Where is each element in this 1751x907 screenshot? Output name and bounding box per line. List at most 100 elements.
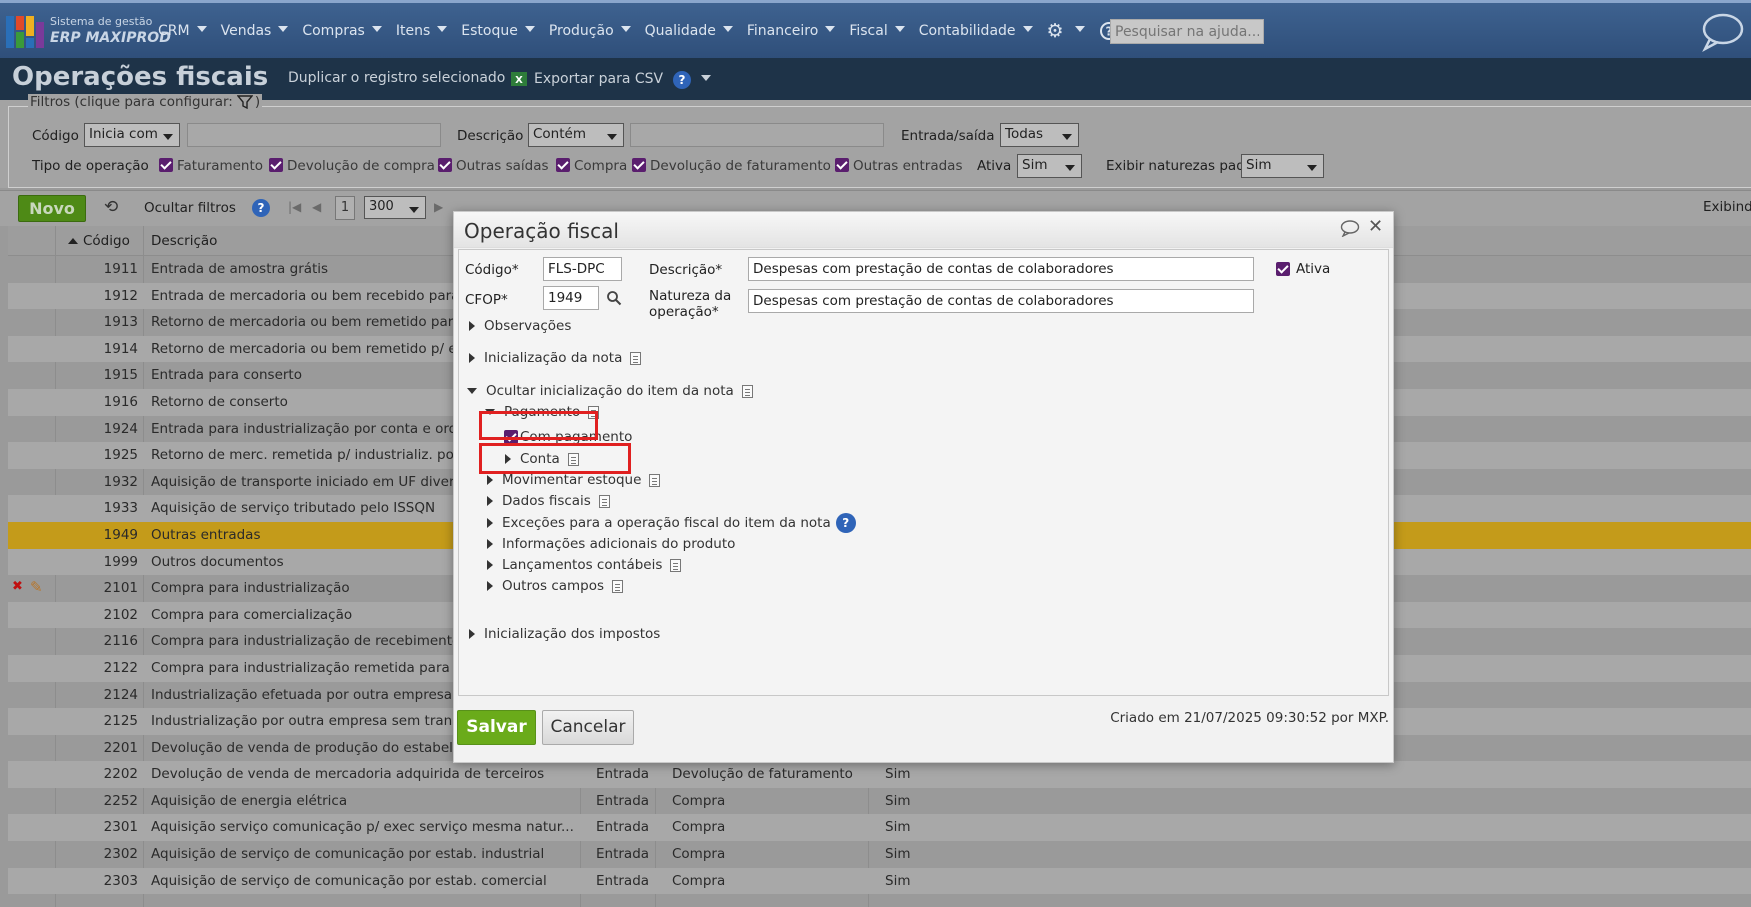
menu-financeiro[interactable]: Financeiro — [747, 23, 836, 39]
search-icon[interactable] — [606, 290, 622, 306]
ativa-filter-value: Sim — [1022, 157, 1048, 173]
grid-help-button[interactable]: ? — [252, 199, 270, 217]
codigo-mode-select[interactable]: Inicia com — [84, 123, 180, 147]
help-menu[interactable]: ? — [673, 71, 711, 89]
descricao-input[interactable]: Despesas com prestação de contas de cola… — [748, 257, 1254, 281]
cell-tipo-operacao: Compra — [672, 872, 726, 889]
cell-codigo: 2124 — [103, 686, 138, 703]
ativa-filter-select[interactable]: Sim — [1017, 154, 1082, 178]
menu-crm[interactable]: CRM — [158, 23, 207, 39]
tipo-devolucao-faturamento-checkbox[interactable]: Devolução de faturamento — [632, 158, 831, 174]
menu-vendas[interactable]: Vendas — [221, 23, 289, 39]
observacoes-section[interactable]: Observações — [469, 318, 571, 334]
menu-estoque[interactable]: Estoque — [461, 23, 535, 39]
item-nota-section[interactable]: Ocultar inicialização do item da nota — [467, 383, 753, 399]
chevron-down-icon — [1022, 25, 1033, 32]
column-codigo-label: Código — [83, 233, 130, 249]
tipo-devolucao-compra-checkbox[interactable]: Devolução de compra — [269, 158, 435, 174]
page-header: Operações fiscais Duplicar o registro se… — [0, 58, 1751, 100]
menu-itens[interactable]: Itens — [396, 23, 448, 39]
table-row[interactable]: 2252 Aquisição de energia elétrica Entrada… — [8, 788, 1751, 815]
first-page-icon[interactable]: |◀ — [288, 200, 301, 214]
logo-line1: Sistema de gestão — [50, 15, 153, 28]
menu-compras[interactable]: Compras — [302, 23, 382, 39]
chevron-down-icon — [409, 207, 419, 213]
table-row[interactable]: 2301 Aquisição serviço comunicação p/ exe… — [8, 814, 1751, 842]
outros-campos-section[interactable]: Outros campos — [487, 578, 624, 594]
filters-legend[interactable]: Filtros (clique para configurar: ) — [28, 94, 263, 110]
excecoes-section[interactable]: Exceções para a operação fiscal do item … — [487, 513, 856, 533]
checkbox-label: Outras entradas — [853, 158, 963, 174]
menu-label: CRM — [158, 22, 190, 39]
ativa-checkbox[interactable]: Ativa — [1276, 261, 1330, 277]
chevron-down-icon — [894, 25, 905, 32]
movimentar-estoque-section[interactable]: Movimentar estoque — [487, 472, 661, 488]
naturezas-padrao-select[interactable]: Sim — [1241, 154, 1324, 178]
cell-entrada-saida: Entrada — [596, 819, 650, 836]
natureza-input[interactable]: Despesas com prestação de contas de cola… — [748, 289, 1254, 313]
cell-descricao: Industrialização efetuada por outra empr… — [151, 686, 453, 703]
tipo-outras-saidas-checkbox[interactable]: Outras saídas — [438, 158, 549, 174]
document-icon — [741, 384, 753, 398]
codigo-input[interactable]: FLS-DPC — [543, 257, 622, 281]
chat-icon[interactable] — [1700, 11, 1744, 53]
export-csv-button[interactable]: X Exportar para CSV — [510, 70, 663, 88]
delete-icon[interactable]: ✖ — [12, 579, 23, 594]
cancelar-button[interactable]: Cancelar — [542, 710, 634, 745]
descricao-filter-input[interactable] — [630, 123, 884, 147]
inicializacao-impostos-section[interactable]: Inicialização dos impostos — [469, 626, 660, 642]
menu-producao[interactable]: Produção — [549, 23, 631, 39]
comment-icon[interactable] — [1340, 219, 1360, 237]
novo-button[interactable]: Novo — [18, 195, 86, 222]
tipo-compra-checkbox[interactable]: Compra — [556, 158, 627, 174]
column-descricao[interactable]: Descrição — [151, 233, 217, 249]
tipo-faturamento-checkbox[interactable]: Faturamento — [159, 158, 263, 174]
cell-codigo: 1924 — [103, 420, 138, 437]
codigo-filter-input[interactable] — [187, 123, 441, 147]
menu-settings[interactable]: ⚙ — [1047, 20, 1085, 42]
descricao-mode-select[interactable]: Contém — [528, 123, 624, 147]
ocultar-filtros-button[interactable]: Ocultar filtros — [144, 200, 236, 216]
menu-qualidade[interactable]: Qualidade — [645, 23, 733, 39]
cell-descricao: Devolução de venda de mercadoria adquiri… — [151, 766, 545, 783]
lancamentos-contabeis-section[interactable]: Lançamentos contábeis — [487, 557, 682, 573]
duplicate-button[interactable]: Duplicar o registro selecionado — [288, 70, 505, 86]
column-codigo[interactable]: Código — [68, 233, 130, 249]
entrada-saida-select[interactable]: Todas — [1000, 123, 1079, 147]
table-row[interactable]: 2303 Aquisição de serviço de comunicação … — [8, 867, 1751, 895]
next-page-icon[interactable]: ▶ — [434, 200, 443, 214]
refresh-icon[interactable]: ⟲ — [104, 197, 118, 217]
cell-descricao: Compra para comercialização — [151, 606, 353, 623]
inicializacao-nota-section[interactable]: Inicialização da nota — [469, 350, 642, 366]
close-icon[interactable]: ✕ — [1368, 216, 1383, 237]
chevron-down-icon — [1062, 134, 1072, 140]
menu-contabilidade[interactable]: Contabilidade — [919, 23, 1033, 39]
filters-legend-close: ) — [254, 94, 261, 110]
document-icon — [612, 579, 624, 593]
cell-descricao: Retorno de mercadoria ou bem remetido p/… — [151, 340, 457, 357]
informacoes-adicionais-section[interactable]: Informações adicionais do produto — [487, 536, 735, 552]
help-icon: ? — [673, 71, 691, 89]
prev-page-icon[interactable]: ◀ — [312, 200, 321, 214]
logo-line2: ERP MAXIPROD — [50, 30, 171, 46]
checkbox-icon — [632, 158, 646, 172]
cell-entrada-saida: Entrada — [596, 872, 650, 889]
menu-label: Compras — [302, 22, 365, 39]
codigo-label: Código* — [465, 262, 519, 278]
help-search-input[interactable] — [1110, 19, 1264, 44]
table-row[interactable]: 2202 Devolução de venda de mercadoria adq… — [8, 761, 1751, 788]
tipo-outras-entradas-checkbox[interactable]: Outras entradas — [835, 158, 962, 174]
menu-fiscal[interactable]: Fiscal — [849, 23, 905, 39]
table-row[interactable]: 2302 Aquisição de serviço de comunicação … — [8, 841, 1751, 868]
section-label: Informações adicionais do produto — [502, 536, 736, 552]
edit-icon[interactable]: ✎ — [30, 578, 43, 596]
page-size-select[interactable]: 300 — [364, 196, 426, 219]
help-icon[interactable]: ? — [835, 513, 856, 533]
logo[interactable]: Sistema de gestão ERP MAXIPROD — [6, 12, 171, 52]
cell-codigo: 2252 — [103, 792, 138, 809]
dados-fiscais-section[interactable]: Dados fiscais — [487, 493, 610, 509]
page-number-input[interactable]: 1 — [335, 196, 355, 220]
cfop-input[interactable]: 1949 — [543, 286, 599, 310]
salvar-button[interactable]: Salvar — [457, 710, 536, 745]
cell-tipo-operacao: Devolução de faturamento — [672, 766, 853, 783]
